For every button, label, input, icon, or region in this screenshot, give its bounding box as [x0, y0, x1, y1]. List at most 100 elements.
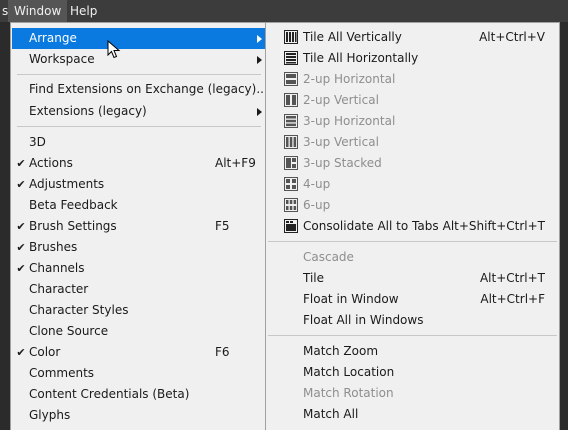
menu-item-consolidate-all-to-tabs[interactable]: Consolidate All to Tabs Alt+Shift+Ctrl+T	[267, 216, 558, 237]
menu-item-3up-vertical[interactable]: 3-up Vertical	[267, 132, 558, 153]
menu-item-shortcut: Alt+Ctrl+T	[479, 271, 545, 285]
menu-item-beta-feedback[interactable]: Beta Feedback	[12, 195, 266, 216]
menubar-item-help[interactable]: Help	[64, 0, 103, 22]
4up-icon	[284, 177, 298, 191]
menu-item-2up-horizontal[interactable]: 2-up Horizontal	[267, 69, 558, 90]
menu-item-character[interactable]: Character	[12, 279, 266, 300]
menu-item-label: Brush Settings	[29, 219, 117, 233]
menu-item-find-extensions[interactable]: Find Extensions on Exchange (legacy)...	[12, 79, 268, 100]
menu-item-label: Character Styles	[29, 303, 129, 317]
menu-item-extensions-legacy[interactable]: Extensions (legacy)	[12, 101, 266, 122]
menu-item-character-styles[interactable]: Character Styles	[12, 300, 266, 321]
tile-horizontal-icon	[284, 51, 298, 65]
menu-item-label: Float in Window	[303, 292, 399, 306]
menu-item-shortcut: Alt+Ctrl+F	[480, 292, 545, 306]
menu-item-label: Brushes	[29, 240, 78, 254]
menu-item-label: Actions	[29, 156, 73, 170]
menu-item-match-zoom[interactable]: Match Zoom	[267, 341, 558, 362]
menu-item-2up-vertical[interactable]: 2-up Vertical	[267, 90, 558, 111]
menu-item-label: 3-up Vertical	[303, 135, 379, 149]
consolidate-tabs-icon	[284, 219, 298, 233]
6up-icon	[284, 198, 298, 212]
menu-separator	[268, 241, 557, 242]
menu-item-comments[interactable]: Comments	[12, 363, 266, 384]
menu-item-clone-source[interactable]: Clone Source	[12, 321, 266, 342]
menu-item-label: Tile	[303, 271, 325, 285]
menu-item-brush-settings[interactable]: ✔ Brush Settings F5	[12, 216, 266, 237]
menu-item-3d[interactable]: 3D	[12, 132, 266, 153]
menu-item-6up[interactable]: 6-up	[267, 195, 558, 216]
menu-item-label: Clone Source	[29, 324, 109, 338]
menu-item-shortcut: F5	[215, 219, 230, 233]
menu-item-label: 2-up Vertical	[303, 93, 379, 107]
menu-item-glyphs[interactable]: Glyphs	[12, 405, 266, 426]
3up-vertical-icon	[284, 135, 298, 149]
checkmark-icon: ✔	[16, 262, 26, 275]
menu-item-arrange[interactable]: Arrange	[12, 28, 266, 49]
menu-item-label: Float All in Windows	[303, 313, 424, 327]
menu-item-cascade[interactable]: Cascade	[267, 247, 558, 268]
menu-item-tile[interactable]: Tile Alt+Ctrl+T	[267, 268, 558, 289]
menu-item-label: Match Zoom	[303, 344, 379, 358]
menu-item-float-all-in-windows[interactable]: Float All in Windows	[267, 310, 558, 331]
menu-bar: s Window Help	[0, 0, 568, 22]
menu-item-label: Color	[29, 345, 61, 359]
menu-item-match-all[interactable]: Match All	[267, 404, 558, 425]
checkmark-icon: ✔	[16, 220, 26, 233]
checkmark-icon: ✔	[16, 178, 26, 191]
menu-item-label: Content Credentials (Beta)	[29, 387, 190, 401]
menu-item-label: Consolidate All to Tabs	[303, 219, 439, 233]
menu-separator	[17, 126, 261, 127]
menu-item-label: 4-up	[303, 177, 331, 191]
menu-item-label: Workspace	[29, 52, 95, 66]
pointer-cursor-icon	[107, 40, 121, 59]
menu-item-label: Match Rotation	[303, 386, 394, 400]
menu-item-3up-horizontal[interactable]: 3-up Horizontal	[267, 111, 558, 132]
menu-item-shortcut: Alt+Shift+Ctrl+T	[442, 219, 545, 233]
arrange-submenu: Tile All Vertically Alt+Ctrl+V Tile All …	[265, 22, 560, 430]
menu-item-workspace[interactable]: Workspace	[12, 49, 266, 70]
submenu-arrow-icon	[257, 108, 262, 116]
menu-separator	[268, 335, 557, 336]
menu-item-label: Comments	[29, 366, 95, 380]
3up-horizontal-icon	[284, 114, 298, 128]
menu-item-label: Beta Feedback	[29, 198, 118, 212]
submenu-arrow-icon	[257, 56, 262, 64]
checkmark-icon: ✔	[16, 157, 26, 170]
menu-item-adjustments[interactable]: ✔ Adjustments	[12, 174, 266, 195]
menu-item-label: 6-up	[303, 198, 331, 212]
tile-vertical-icon	[284, 30, 298, 44]
2up-horizontal-icon	[284, 72, 298, 86]
menu-item-3up-stacked[interactable]: 3-up Stacked	[267, 153, 558, 174]
menu-item-brushes[interactable]: ✔ Brushes	[12, 237, 266, 258]
menu-item-match-rotation[interactable]: Match Rotation	[267, 383, 558, 404]
menu-item-content-credentials[interactable]: Content Credentials (Beta)	[12, 384, 266, 405]
menu-item-shortcut: Alt+F9	[215, 156, 256, 170]
menu-item-actions[interactable]: ✔ Actions Alt+F9	[12, 153, 266, 174]
menubar-item-window[interactable]: Window	[8, 0, 68, 22]
menu-item-label: 3D	[29, 135, 46, 149]
menu-item-float-in-window[interactable]: Float in Window Alt+Ctrl+F	[267, 289, 558, 310]
menu-item-label: Adjustments	[29, 177, 105, 191]
menu-item-label: Tile All Vertically	[303, 30, 402, 44]
menu-item-tile-all-horizontally[interactable]: Tile All Horizontally	[267, 48, 558, 69]
menu-item-shortcut: F6	[215, 345, 230, 359]
checkmark-icon: ✔	[16, 346, 26, 359]
menu-item-label: Match All	[303, 407, 359, 421]
3up-stacked-icon	[284, 156, 298, 170]
menu-item-match-location[interactable]: Match Location	[267, 362, 558, 383]
menu-item-label: Match Location	[303, 365, 395, 379]
menu-item-channels[interactable]: ✔ Channels	[12, 258, 266, 279]
menu-item-label: Tile All Horizontally	[303, 51, 419, 65]
menu-item-color[interactable]: ✔ Color F6	[12, 342, 266, 363]
menu-item-label: Extensions (legacy)	[29, 104, 147, 118]
menu-item-label: Character	[29, 282, 89, 296]
menu-item-4up[interactable]: 4-up	[267, 174, 558, 195]
menu-item-label: 2-up Horizontal	[303, 72, 396, 86]
menu-item-label: Cascade	[303, 250, 354, 264]
menu-item-label: Channels	[29, 261, 85, 275]
2up-vertical-icon	[284, 93, 298, 107]
menu-item-tile-all-vertically[interactable]: Tile All Vertically Alt+Ctrl+V	[267, 27, 558, 48]
menu-item-label: 3-up Stacked	[303, 156, 382, 170]
menu-item-label: Find Extensions on Exchange (legacy)...	[29, 82, 268, 96]
